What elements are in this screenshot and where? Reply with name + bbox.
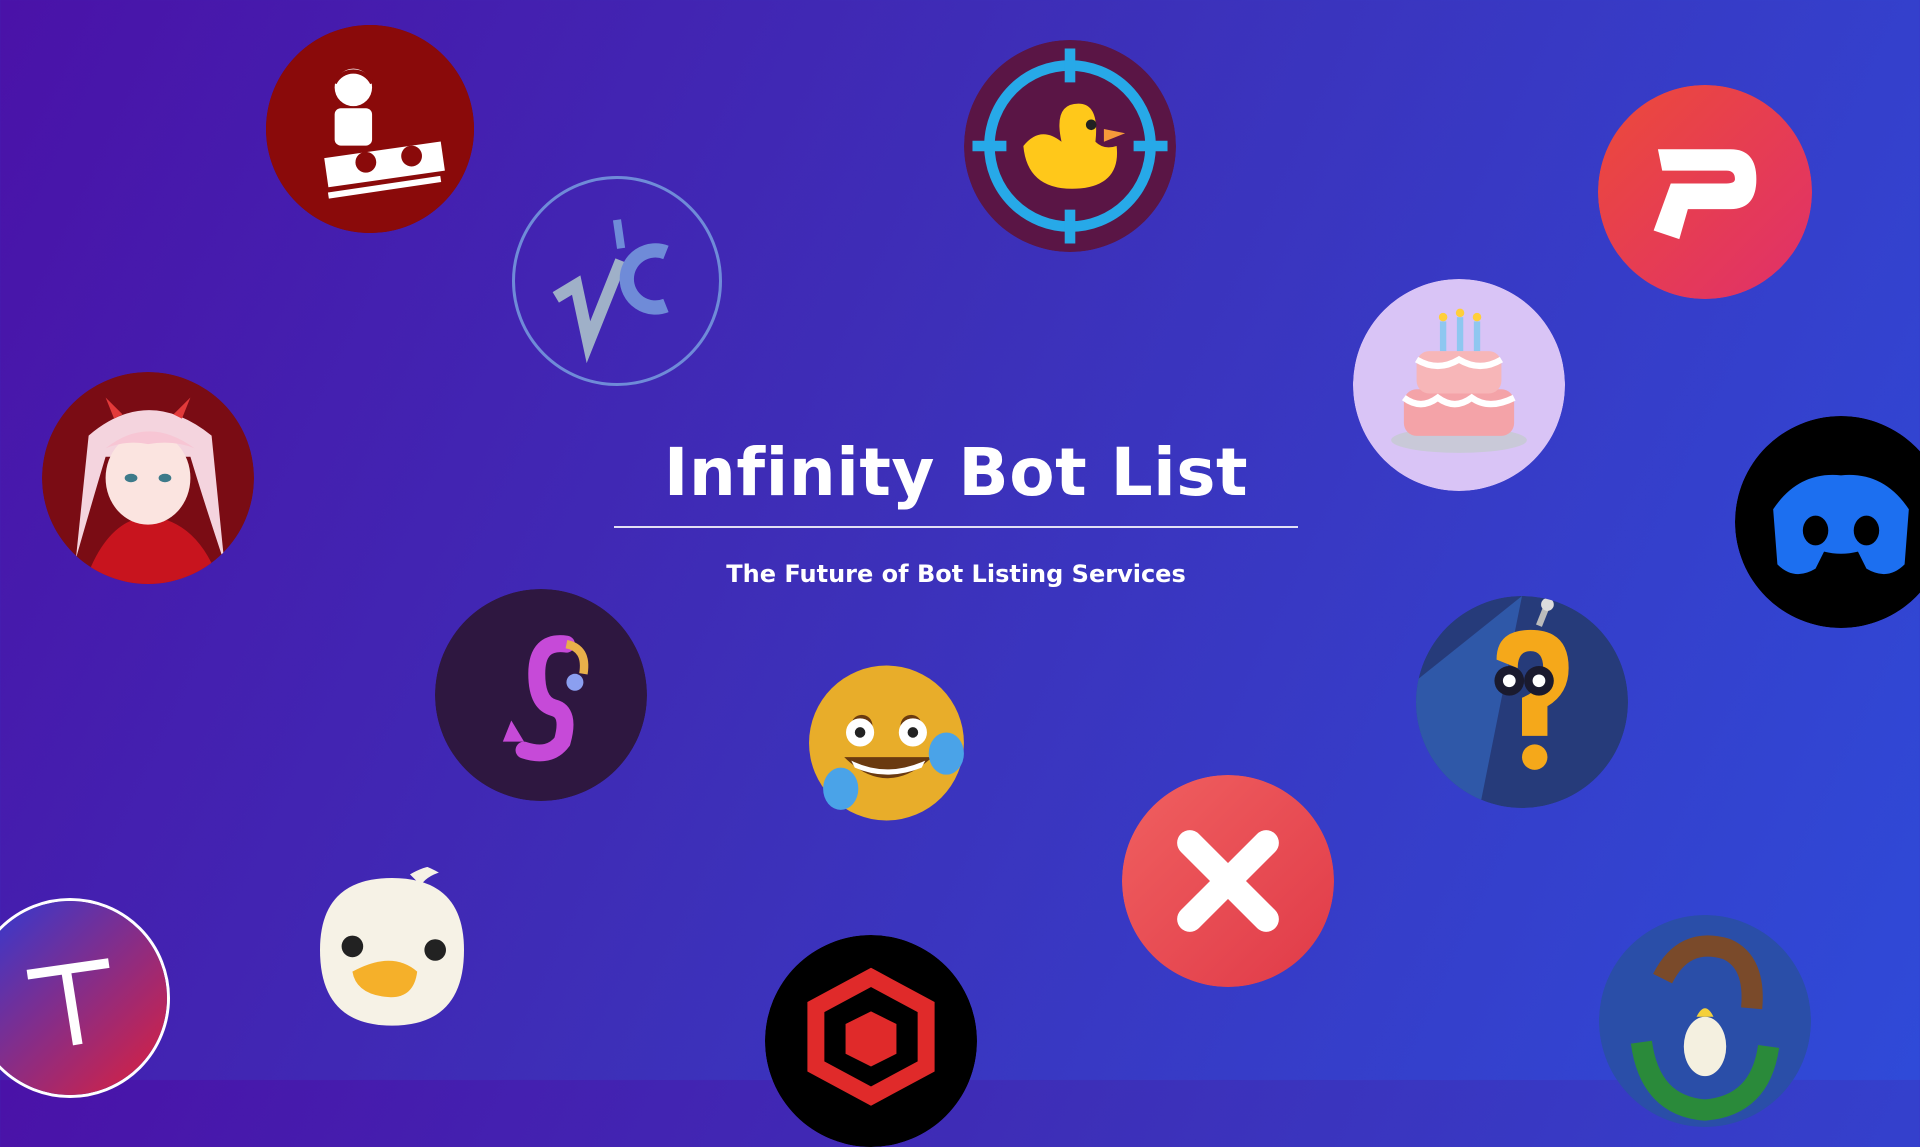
music-note-icon — [435, 589, 647, 801]
laughing-emoji-icon — [802, 655, 978, 831]
anime-girl-icon — [42, 372, 254, 584]
t-logo-icon — [0, 898, 170, 1098]
dj-turntable-icon — [266, 25, 474, 233]
discord-icon — [1735, 416, 1920, 628]
red-cube-icon — [765, 935, 977, 1147]
title-divider — [614, 526, 1298, 528]
duck-face-icon — [300, 860, 484, 1040]
robot-question-icon — [1416, 596, 1628, 808]
page-title: Infinity Bot List — [663, 434, 1249, 511]
p-logo-icon — [1598, 85, 1812, 299]
hero: Infinity Bot List The Future of Bot List… — [614, 420, 1298, 588]
banner: { "hero": { "title": "Infinity Bot List"… — [0, 0, 1920, 1147]
nc-monogram-icon — [512, 176, 722, 386]
birthday-cake-icon — [1353, 279, 1565, 491]
duck-target-icon — [964, 40, 1176, 252]
close-x-icon — [1122, 775, 1334, 987]
page-subtitle: The Future of Bot Listing Services — [726, 560, 1186, 588]
horse-parrot-icon — [1599, 915, 1811, 1127]
